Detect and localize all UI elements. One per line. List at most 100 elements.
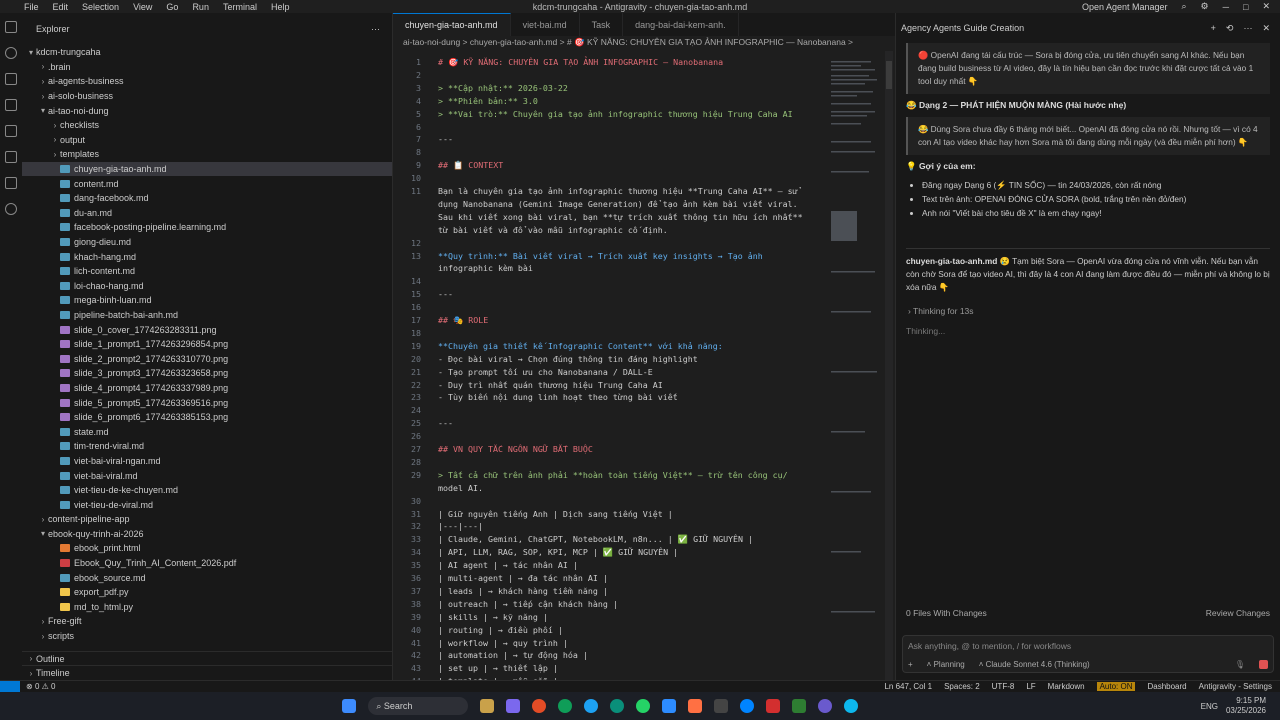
settings-button[interactable]: Antigravity - Settings (1199, 682, 1272, 691)
more-icon[interactable]: ··· (1243, 23, 1252, 34)
windows-start-icon[interactable] (342, 699, 357, 713)
app-icon[interactable] (688, 699, 703, 713)
minimap[interactable] (825, 51, 885, 680)
remote-indicator[interactable] (0, 681, 20, 692)
chat-input[interactable]: Ask anything, @ to mention, / for workfl… (902, 635, 1274, 673)
language-mode[interactable]: Markdown (1048, 682, 1085, 691)
line-ending[interactable]: LF (1026, 682, 1035, 691)
folder-item[interactable]: › ai-agents-business (22, 74, 392, 89)
editor-tab[interactable]: viet-bai.md (511, 13, 580, 36)
review-changes-button[interactable]: Review Changes (1206, 608, 1270, 618)
menu-item-view[interactable]: View (133, 2, 152, 12)
stop-button[interactable] (1259, 660, 1268, 669)
file-item[interactable]: mega-binh-luan.md (22, 293, 392, 308)
file-item[interactable]: Ebook_Quy_Trinh_AI_Content_2026.pdf (22, 556, 392, 571)
tree-root[interactable]: ▾ kdcm-trungcaha (22, 45, 392, 60)
folder-item[interactable]: › checklists (22, 118, 392, 133)
editor-tab[interactable]: Task (580, 13, 624, 36)
file-item[interactable]: slide_3_prompt3_1774263323658.png (22, 366, 392, 381)
app-icon[interactable] (818, 699, 833, 713)
file-item[interactable]: state.md (22, 424, 392, 439)
history-icon[interactable]: ⟲ (1226, 23, 1234, 34)
menu-item-file[interactable]: File (24, 2, 39, 12)
agent-icon[interactable] (5, 203, 17, 215)
remote-icon[interactable] (5, 151, 17, 163)
dashboard-button[interactable]: Dashboard (1147, 682, 1186, 691)
editor-scrollbar[interactable] (885, 51, 893, 680)
menu-item-selection[interactable]: Selection (82, 2, 119, 12)
attached-file-chip[interactable]: chuyen-gia-tao-anh.md (906, 256, 997, 266)
files-icon[interactable] (5, 21, 17, 33)
folder-item[interactable]: › ai-solo-business (22, 89, 392, 104)
maximize-button[interactable]: □ (1243, 2, 1248, 12)
more-icon[interactable]: ··· (371, 24, 380, 34)
taskbar-search[interactable]: ⌕ Search (368, 697, 469, 715)
search-icon[interactable] (5, 47, 17, 59)
timeline-section[interactable]: › Timeline (22, 665, 392, 680)
file-item[interactable]: loi-chao-hang.md (22, 279, 392, 294)
zalo-icon[interactable] (740, 699, 755, 713)
agent-manager-button[interactable]: Open Agent Manager (1082, 2, 1168, 12)
problems-indicator[interactable]: ⊗ 0 ⚠ 0 (26, 682, 55, 691)
folder-item[interactable]: › scripts (22, 629, 392, 644)
folder-item[interactable]: › Free-gift (22, 614, 392, 629)
encoding[interactable]: UTF-8 (992, 682, 1015, 691)
folder-item[interactable]: › .brain (22, 60, 392, 75)
file-item[interactable]: slide_1_prompt1_1774263296854.png (22, 337, 392, 352)
file-item[interactable]: viet-bai-viral.md (22, 468, 392, 483)
add-context-button[interactable]: + (908, 660, 913, 669)
menu-item-help[interactable]: Help (271, 2, 290, 12)
browser-icon[interactable] (610, 699, 625, 713)
app-icon[interactable] (506, 699, 521, 713)
whatsapp-icon[interactable] (636, 699, 651, 713)
thinking-toggle[interactable]: › Thinking for 13s (908, 306, 1268, 316)
folder-item[interactable]: › content-pipeline-app (22, 512, 392, 527)
folder-item[interactable]: ▾ ebook-quy-trinh-ai-2026 (22, 527, 392, 542)
file-item[interactable]: ebook_print.html (22, 541, 392, 556)
file-item[interactable]: du-an.md (22, 206, 392, 221)
file-item[interactable]: slide_2_prompt2_1774263310770.png (22, 351, 392, 366)
scrollbar-thumb[interactable] (886, 61, 892, 89)
file-explorer-icon[interactable] (480, 699, 495, 713)
file-item[interactable]: slide_0_cover_1774263283311.png (22, 322, 392, 337)
menu-item-run[interactable]: Run (192, 2, 209, 12)
file-item[interactable]: facebook-posting-pipeline.learning.md (22, 220, 392, 235)
file-item[interactable]: tim-trend-viral.md (22, 439, 392, 454)
file-item[interactable]: content.md (22, 176, 392, 191)
auto-toggle[interactable]: Auto: ON (1096, 682, 1136, 691)
source-control-icon[interactable] (5, 73, 17, 85)
files-changed[interactable]: 0 Files With Changes (906, 608, 987, 618)
file-item[interactable]: dang-facebook.md (22, 191, 392, 206)
folder-item[interactable]: › output (22, 133, 392, 148)
file-item[interactable]: chuyen-gia-tao-anh.md (22, 161, 392, 177)
search-icon[interactable]: ⌕ (1182, 1, 1187, 12)
file-item[interactable]: khach-hang.md (22, 249, 392, 264)
menu-item-terminal[interactable]: Terminal (223, 2, 257, 12)
close-button[interactable]: ✕ (1262, 1, 1270, 12)
editor-tab[interactable]: dang-bai-dai-kem-anh. (623, 13, 739, 36)
gear-icon[interactable]: ⚙ (1201, 1, 1209, 12)
file-item[interactable]: lich-content.md (22, 264, 392, 279)
folder-item[interactable]: › templates (22, 147, 392, 162)
app-icon[interactable] (844, 699, 859, 713)
file-item[interactable]: slide_6_prompt6_1774263385153.png (22, 410, 392, 425)
clock[interactable]: 9:15 PM 03/25/2026 (1226, 696, 1266, 716)
menu-item-go[interactable]: Go (166, 2, 178, 12)
file-item[interactable]: giong-dieu.md (22, 235, 392, 250)
file-item[interactable]: export_pdf.py (22, 585, 392, 600)
edge-icon[interactable] (584, 699, 599, 713)
file-item[interactable]: viet-tieu-de-viral.md (22, 497, 392, 512)
app-icon[interactable] (792, 699, 807, 713)
file-item[interactable]: ebook_source.md (22, 570, 392, 585)
browser-icon[interactable] (558, 699, 573, 713)
cursor-position[interactable]: Ln 647, Col 1 (884, 682, 932, 691)
plus-icon[interactable]: + (1211, 23, 1216, 34)
file-item[interactable]: md_to_html.py (22, 600, 392, 615)
breadcrumb[interactable]: ai-tao-noi-dung > chuyen-gia-tao-anh.md … (393, 36, 895, 49)
pdf-icon[interactable] (766, 699, 781, 713)
extensions-icon[interactable] (5, 125, 17, 137)
file-item[interactable]: pipeline-batch-bai-anh.md (22, 308, 392, 323)
editor-tab[interactable]: chuyen-gia-tao-anh.md (393, 13, 511, 36)
run-debug-icon[interactable] (5, 99, 17, 111)
file-item[interactable]: viet-bai-viral-ngan.md (22, 454, 392, 469)
